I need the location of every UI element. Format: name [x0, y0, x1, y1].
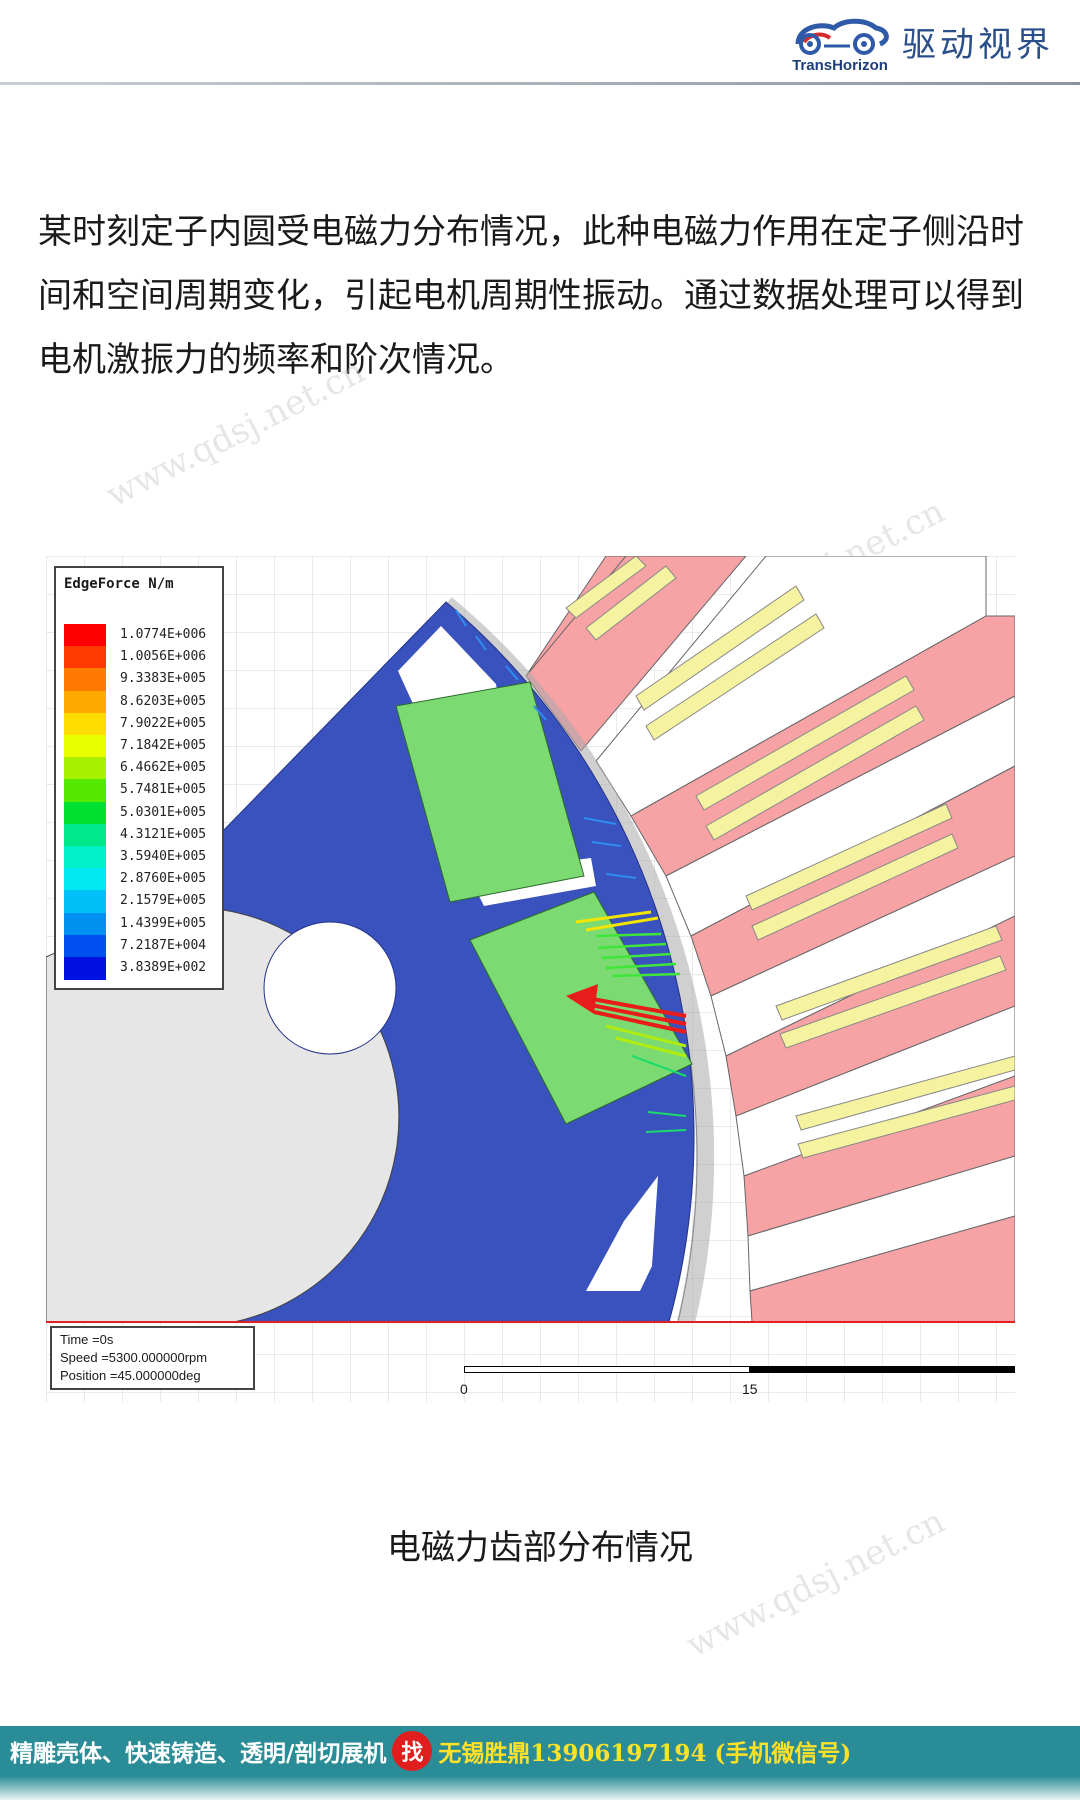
rotor-cooling-hole [263, 921, 397, 1055]
scale-label-mid: 15 [742, 1381, 758, 1397]
legend-swatch [64, 646, 106, 670]
legend-value: 4.3121E+005 [120, 826, 207, 842]
info-time: Time =0s [60, 1332, 114, 1347]
legend-swatch [64, 668, 106, 692]
scale-bar-segment [464, 1366, 750, 1373]
brand-name-en: TransHorizon [792, 57, 888, 74]
legend-entry: 7.2187E+004 [64, 934, 219, 958]
scale-label-start: 0 [460, 1381, 468, 1397]
legend-entry: 3.8389E+002 [64, 957, 219, 980]
legend-entry: 1.0056E+006 [64, 646, 219, 670]
legend-value: 1.0774E+006 [120, 627, 207, 642]
brand-name-cn: 驱动视界 [902, 24, 1054, 65]
legend-entry: 5.7481E+005 [64, 779, 219, 803]
legend-value: 8.6203E+005 [120, 693, 207, 709]
legend-title: EdgeForce N/m [64, 576, 174, 592]
legend-value: 2.8760E+005 [120, 871, 207, 887]
legend-entry: 8.6203E+005 [64, 690, 219, 714]
scale-bar: 0 15 [460, 1366, 1015, 1402]
legend-value: 6.4662E+005 [120, 760, 207, 776]
legend-swatch [64, 690, 106, 714]
legend-entry: 5.0301E+005 [64, 801, 219, 825]
legend-value: 5.0301E+005 [120, 804, 207, 820]
footer-gradient [0, 1776, 1080, 1800]
transhorizon-logo-icon: TransHorizon [784, 14, 896, 74]
legend-swatch [64, 912, 106, 936]
edgeforce-figure: EdgeForce N/m 1.0774E+006 1.0056E+006 9.33… [46, 556, 1015, 1402]
legend-entry: 7.1842E+005 [64, 735, 219, 758]
brand-logo: TransHorizon 驱动视界 [784, 14, 1054, 74]
scale-bar-segment [750, 1366, 1015, 1373]
info-position: Position =45.000000deg [60, 1368, 201, 1383]
legend-value: 3.8389E+002 [120, 960, 207, 975]
intro-paragraph: 某时刻定子内圆受电磁力分布情况，此种电磁力作用在定子侧沿时间和空间周期变化，引起… [38, 212, 1024, 380]
figure-caption: 电磁力齿部分布情况 [387, 1528, 693, 1568]
legend-value: 7.9022E+005 [120, 715, 207, 731]
footer-banner: 精雕壳体、快速铸造、透明/剖切展机 找 无锡胜鼎13906197194 (手机微… [0, 1726, 1080, 1776]
footer-services-text: 精雕壳体、快速铸造、透明/剖切展机 [10, 1740, 387, 1767]
footer-contact-text: 无锡胜鼎13906197194 (手机微信号) [438, 1740, 852, 1767]
legend-entry: 1.0774E+006 [64, 624, 219, 647]
legend-value: 5.7481E+005 [120, 782, 207, 798]
legend-swatch [64, 823, 106, 847]
legend-entry: 3.5940E+005 [64, 846, 219, 869]
footer-find-badge: 找 [392, 1731, 433, 1771]
legend-entry: 9.3383E+005 [64, 668, 219, 692]
legend-entry: 2.8760E+005 [64, 868, 219, 892]
legend-entry: 1.4399E+005 [64, 912, 219, 936]
legend-swatch [64, 868, 106, 892]
legend-swatch [64, 735, 106, 758]
legend-value: 1.0056E+006 [120, 649, 207, 665]
legend-swatch [64, 624, 106, 647]
legend-swatch [64, 757, 106, 781]
edgeforce-legend: EdgeForce N/m 1.0774E+006 1.0056E+006 9.33… [54, 566, 224, 990]
simulation-info: Time =0s Speed =5300.000000rpm Position … [50, 1326, 255, 1390]
legend-value: 1.4399E+005 [120, 915, 207, 931]
legend-swatch [64, 890, 106, 914]
legend-value: 7.2187E+004 [120, 937, 207, 953]
legend-swatch [64, 801, 106, 825]
legend-entry: 2.1579E+005 [64, 890, 219, 914]
info-speed: Speed =5300.000000rpm [60, 1350, 208, 1365]
legend-swatch [64, 846, 106, 869]
legend-swatch [64, 934, 106, 958]
legend-value: 3.5940E+005 [120, 849, 207, 864]
legend-entry: 4.3121E+005 [64, 823, 219, 847]
legend-swatch [64, 957, 106, 980]
legend-swatch [64, 779, 106, 803]
legend-entry: 6.4662E+005 [64, 757, 219, 781]
legend-swatch [64, 712, 106, 736]
legend-value: 2.1579E+005 [120, 893, 207, 909]
legend-entry: 7.9022E+005 [64, 712, 219, 736]
legend-value: 9.3383E+005 [120, 671, 207, 687]
legend-value: 7.1842E+005 [120, 738, 207, 753]
header-divider [0, 82, 1080, 85]
